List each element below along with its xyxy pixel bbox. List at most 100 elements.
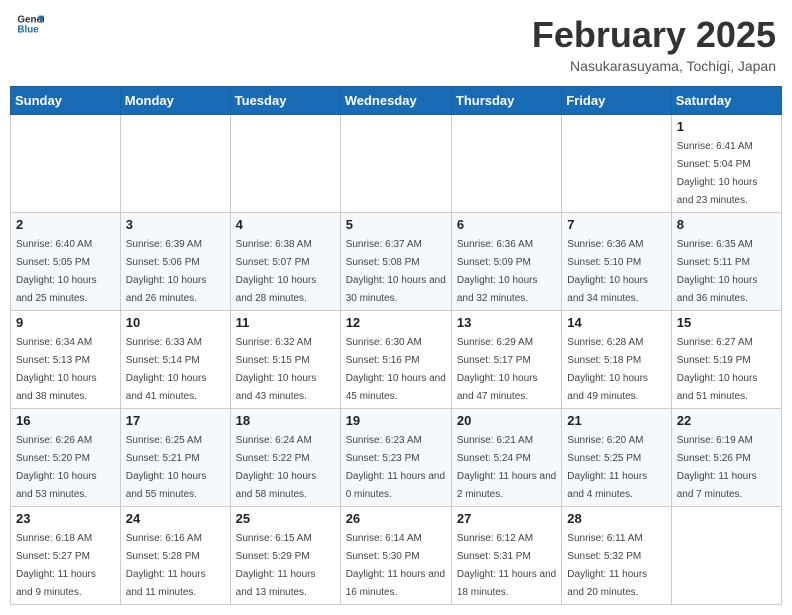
day-cell: 14 Sunrise: 6:28 AM Sunset: 5:18 PM Dayli…	[562, 311, 671, 409]
day-info: Sunrise: 6:41 AM Sunset: 5:04 PM Dayligh…	[677, 141, 758, 206]
weekday-header-tuesday: Tuesday	[230, 87, 340, 115]
calendar: SundayMondayTuesdayWednesdayThursdayFrid…	[10, 86, 782, 605]
day-cell: 8 Sunrise: 6:35 AM Sunset: 5:11 PM Daylig…	[671, 213, 781, 311]
day-number: 8	[677, 217, 776, 232]
week-row-4: 16 Sunrise: 6:26 AM Sunset: 5:20 PM Dayli…	[11, 409, 782, 507]
day-info: Sunrise: 6:25 AM Sunset: 5:21 PM Dayligh…	[126, 435, 207, 500]
day-info: Sunrise: 6:11 AM Sunset: 5:32 PM Dayligh…	[567, 533, 647, 598]
weekday-header-saturday: Saturday	[671, 87, 781, 115]
day-cell: 1 Sunrise: 6:41 AM Sunset: 5:04 PM Daylig…	[671, 115, 781, 213]
day-info: Sunrise: 6:26 AM Sunset: 5:20 PM Dayligh…	[16, 435, 97, 500]
weekday-header-sunday: Sunday	[11, 87, 121, 115]
day-info: Sunrise: 6:12 AM Sunset: 5:31 PM Dayligh…	[457, 533, 556, 598]
day-info: Sunrise: 6:34 AM Sunset: 5:13 PM Dayligh…	[16, 337, 97, 402]
day-info: Sunrise: 6:33 AM Sunset: 5:14 PM Dayligh…	[126, 337, 207, 402]
day-info: Sunrise: 6:19 AM Sunset: 5:26 PM Dayligh…	[677, 435, 757, 500]
day-cell: 22 Sunrise: 6:19 AM Sunset: 5:26 PM Dayli…	[671, 409, 781, 507]
day-cell: 28Sunrise: 6:11 AM Sunset: 5:32 PM Dayli…	[562, 507, 671, 605]
logo-icon: General Blue	[16, 10, 44, 38]
day-cell	[230, 115, 340, 213]
day-cell: 15Sunrise: 6:27 AM Sunset: 5:19 PM Dayli…	[671, 311, 781, 409]
day-number: 15	[677, 315, 776, 330]
logo: General Blue	[16, 14, 44, 38]
day-cell: 4 Sunrise: 6:38 AM Sunset: 5:07 PM Daylig…	[230, 213, 340, 311]
day-number: 7	[567, 217, 665, 232]
day-number: 23	[16, 511, 115, 526]
weekday-header-row: SundayMondayTuesdayWednesdayThursdayFrid…	[11, 87, 782, 115]
day-cell: 16 Sunrise: 6:26 AM Sunset: 5:20 PM Dayli…	[11, 409, 121, 507]
day-info: Sunrise: 6:35 AM Sunset: 5:11 PM Dayligh…	[677, 239, 758, 304]
svg-text:Blue: Blue	[17, 24, 39, 35]
day-number: 9	[16, 315, 115, 330]
day-info: Sunrise: 6:37 AM Sunset: 5:08 PM Dayligh…	[346, 239, 446, 304]
day-number: 5	[346, 217, 446, 232]
day-number: 4	[236, 217, 335, 232]
day-cell: 7 Sunrise: 6:36 AM Sunset: 5:10 PM Daylig…	[562, 213, 671, 311]
month-title: February 2025	[532, 14, 776, 56]
day-info: Sunrise: 6:36 AM Sunset: 5:09 PM Dayligh…	[457, 239, 538, 304]
weekday-header-wednesday: Wednesday	[340, 87, 451, 115]
week-row-3: 9 Sunrise: 6:34 AM Sunset: 5:13 PM Daylig…	[11, 311, 782, 409]
day-cell: 25 Sunrise: 6:15 AM Sunset: 5:29 PM Dayli…	[230, 507, 340, 605]
day-cell	[671, 507, 781, 605]
day-number: 20	[457, 413, 556, 428]
day-number: 22	[677, 413, 776, 428]
day-cell	[451, 115, 561, 213]
day-cell: 20Sunrise: 6:21 AM Sunset: 5:24 PM Dayli…	[451, 409, 561, 507]
header: General Blue February 2025 Nasukarasuyam…	[10, 10, 782, 78]
day-number: 10	[126, 315, 225, 330]
weekday-header-thursday: Thursday	[451, 87, 561, 115]
day-number: 12	[346, 315, 446, 330]
day-cell	[562, 115, 671, 213]
day-number: 21	[567, 413, 665, 428]
day-number: 11	[236, 315, 335, 330]
week-row-2: 2 Sunrise: 6:40 AM Sunset: 5:05 PM Daylig…	[11, 213, 782, 311]
day-info: Sunrise: 6:15 AM Sunset: 5:29 PM Dayligh…	[236, 533, 316, 598]
day-number: 2	[16, 217, 115, 232]
day-cell: 5 Sunrise: 6:37 AM Sunset: 5:08 PM Daylig…	[340, 213, 451, 311]
day-cell: 21 Sunrise: 6:20 AM Sunset: 5:25 PM Dayli…	[562, 409, 671, 507]
day-info: Sunrise: 6:29 AM Sunset: 5:17 PM Dayligh…	[457, 337, 538, 402]
day-info: Sunrise: 6:36 AM Sunset: 5:10 PM Dayligh…	[567, 239, 648, 304]
day-cell: 6 Sunrise: 6:36 AM Sunset: 5:09 PM Daylig…	[451, 213, 561, 311]
day-info: Sunrise: 6:39 AM Sunset: 5:06 PM Dayligh…	[126, 239, 207, 304]
day-number: 3	[126, 217, 225, 232]
day-cell	[11, 115, 121, 213]
week-row-5: 23 Sunrise: 6:18 AM Sunset: 5:27 PM Dayli…	[11, 507, 782, 605]
day-number: 18	[236, 413, 335, 428]
day-info: Sunrise: 6:40 AM Sunset: 5:05 PM Dayligh…	[16, 239, 97, 304]
day-cell	[340, 115, 451, 213]
day-info: Sunrise: 6:24 AM Sunset: 5:22 PM Dayligh…	[236, 435, 317, 500]
day-number: 24	[126, 511, 225, 526]
day-cell: 13Sunrise: 6:29 AM Sunset: 5:17 PM Dayli…	[451, 311, 561, 409]
day-cell: 2 Sunrise: 6:40 AM Sunset: 5:05 PM Daylig…	[11, 213, 121, 311]
title-area: February 2025 Nasukarasuyama, Tochigi, J…	[532, 14, 776, 74]
weekday-header-monday: Monday	[120, 87, 230, 115]
day-cell: 9 Sunrise: 6:34 AM Sunset: 5:13 PM Daylig…	[11, 311, 121, 409]
day-info: Sunrise: 6:32 AM Sunset: 5:15 PM Dayligh…	[236, 337, 317, 402]
day-info: Sunrise: 6:18 AM Sunset: 5:27 PM Dayligh…	[16, 533, 96, 598]
day-info: Sunrise: 6:20 AM Sunset: 5:25 PM Dayligh…	[567, 435, 647, 500]
day-cell: 26 Sunrise: 6:14 AM Sunset: 5:30 PM Dayli…	[340, 507, 451, 605]
day-number: 6	[457, 217, 556, 232]
day-info: Sunrise: 6:14 AM Sunset: 5:30 PM Dayligh…	[346, 533, 445, 598]
day-number: 16	[16, 413, 115, 428]
day-number: 27	[457, 511, 556, 526]
day-cell: 24Sunrise: 6:16 AM Sunset: 5:28 PM Dayli…	[120, 507, 230, 605]
weekday-header-friday: Friday	[562, 87, 671, 115]
day-cell: 18 Sunrise: 6:24 AM Sunset: 5:22 PM Dayli…	[230, 409, 340, 507]
day-cell: 23 Sunrise: 6:18 AM Sunset: 5:27 PM Dayli…	[11, 507, 121, 605]
day-info: Sunrise: 6:38 AM Sunset: 5:07 PM Dayligh…	[236, 239, 317, 304]
day-cell: 27 Sunrise: 6:12 AM Sunset: 5:31 PM Dayli…	[451, 507, 561, 605]
day-number: 14	[567, 315, 665, 330]
day-cell	[120, 115, 230, 213]
day-number: 1	[677, 119, 776, 134]
day-cell: 12Sunrise: 6:30 AM Sunset: 5:16 PM Dayli…	[340, 311, 451, 409]
day-number: 19	[346, 413, 446, 428]
day-cell: 3 Sunrise: 6:39 AM Sunset: 5:06 PM Daylig…	[120, 213, 230, 311]
day-cell: 10 Sunrise: 6:33 AM Sunset: 5:14 PM Dayli…	[120, 311, 230, 409]
day-number: 25	[236, 511, 335, 526]
location-title: Nasukarasuyama, Tochigi, Japan	[532, 58, 776, 74]
day-number: 26	[346, 511, 446, 526]
day-info: Sunrise: 6:28 AM Sunset: 5:18 PM Dayligh…	[567, 337, 648, 402]
